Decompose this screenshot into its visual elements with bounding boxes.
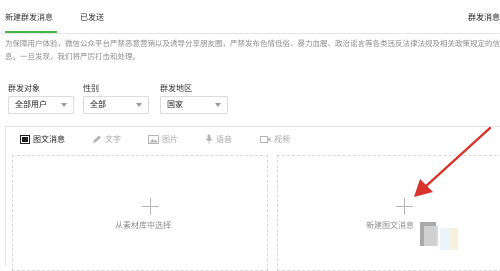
tool-voice[interactable]: 语音 — [205, 134, 232, 145]
region-select-value: 国家 — [167, 100, 183, 109]
tool-image-label: 图片 — [162, 135, 178, 144]
chevron-down-icon — [61, 103, 67, 107]
tool-article[interactable]: 图文消息 — [20, 134, 65, 145]
gender-select-value: 全部 — [90, 100, 106, 109]
policy-notice: 为保障用户体验，微信公众平台严禁恶意营销以及诱导分享朋友圈，严禁发布色情低俗、暴… — [5, 37, 500, 63]
tool-text-label: 文字 — [105, 135, 121, 144]
tool-voice-label: 语音 — [216, 135, 232, 144]
tool-article-label: 图文消息 — [33, 135, 65, 144]
gender-label: 性别 — [83, 84, 99, 93]
policy-notice-line2: 息。一旦发现，我们将严厉打击和处理。 — [5, 52, 140, 61]
tab-mass-message-right[interactable]: 群发消息 — [468, 12, 500, 23]
tool-video-label: 视频 — [274, 135, 290, 144]
tab-sent[interactable]: 已发送 — [80, 12, 104, 23]
target-label: 群发对象 — [8, 84, 40, 93]
active-tab-indicator — [5, 31, 57, 33]
new-article-label: 新建图文消息 — [366, 221, 414, 230]
tab-new-mass-message[interactable]: 新建群发消息 — [5, 12, 53, 23]
article-icon — [20, 135, 30, 144]
region-select[interactable]: 国家 — [160, 96, 228, 114]
plus-icon — [396, 198, 413, 215]
microphone-icon — [205, 134, 213, 144]
tool-text[interactable]: 文字 — [92, 134, 121, 145]
target-select[interactable]: 全部用户 — [8, 96, 74, 114]
image-icon — [148, 135, 159, 144]
pencil-icon — [93, 135, 101, 143]
image-artifact — [420, 222, 458, 250]
select-from-library-label: 从素材库中选择 — [115, 221, 171, 230]
target-select-value: 全部用户 — [15, 100, 47, 109]
message-type-toolbar: 图文消息 文字 图片 语音 视频 — [6, 127, 500, 153]
select-from-library-panel[interactable]: 从素材库中选择 — [12, 155, 268, 271]
tab-bar: 新建群发消息 已发送 群发消息 — [0, 0, 500, 34]
new-article-panel[interactable]: 新建图文消息 — [277, 155, 500, 271]
gender-select[interactable]: 全部 — [83, 96, 149, 114]
video-icon — [260, 136, 271, 143]
chevron-down-icon — [215, 103, 221, 107]
chevron-down-icon — [136, 103, 142, 107]
tool-video[interactable]: 视频 — [260, 134, 290, 145]
region-label: 群发地区 — [160, 84, 192, 93]
policy-notice-line1: 为保障用户体验，微信公众平台严禁恶意营销以及诱导分享朋友圈，严禁发布色情低俗、暴… — [5, 39, 500, 48]
plus-icon — [142, 198, 159, 215]
tool-image[interactable]: 图片 — [148, 134, 178, 145]
